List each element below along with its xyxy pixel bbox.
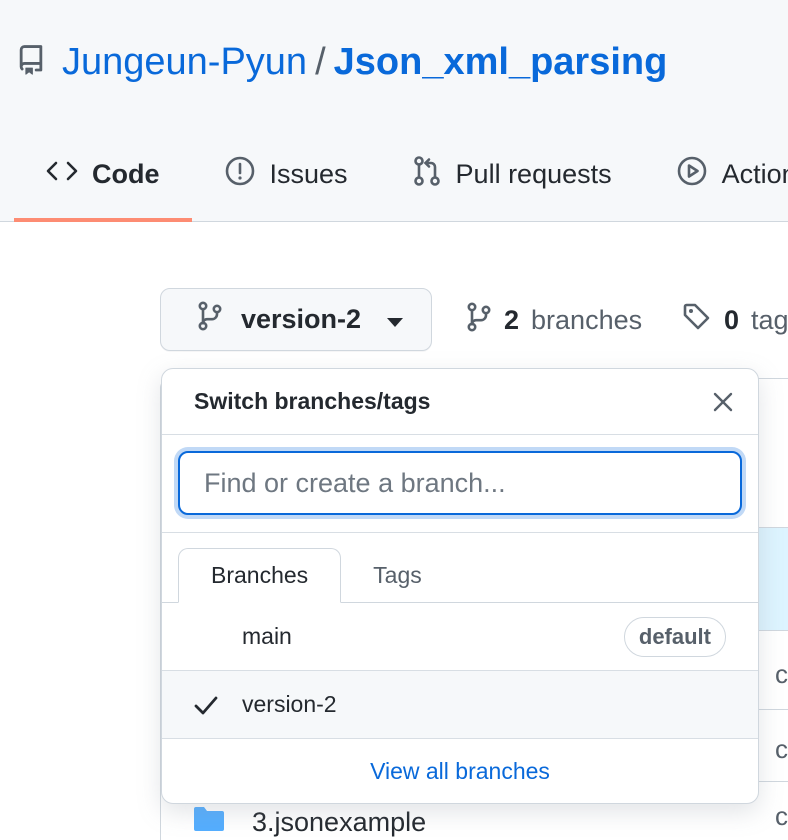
tags-label: tags xyxy=(751,304,788,335)
tab-pull-requests[interactable]: Pull requests xyxy=(380,130,644,218)
tab-code[interactable]: Code xyxy=(14,130,192,222)
repo-owner-link[interactable]: Jungeun-Pyun xyxy=(62,41,307,84)
check-placeholder xyxy=(192,623,220,651)
tab-actions-label: Actions xyxy=(721,158,788,189)
git-pull-request-icon xyxy=(412,155,442,194)
tags-count: 0 xyxy=(724,304,740,335)
tag-icon xyxy=(682,302,712,339)
branch-item-main[interactable]: main default xyxy=(162,603,758,671)
play-icon xyxy=(676,155,708,194)
tab-issues-label: Issues xyxy=(269,158,348,189)
file-row-peek-text: c xyxy=(775,734,788,764)
repo-name-link[interactable]: Json_xml_parsing xyxy=(334,41,668,84)
tab-branches[interactable]: Branches xyxy=(178,548,342,603)
dropdown-header: Switch branches/tags xyxy=(162,369,758,435)
view-all-branches-link[interactable]: View all branches xyxy=(162,739,758,803)
dropdown-title: Switch branches/tags xyxy=(194,388,431,414)
branch-item-label: version-2 xyxy=(242,691,337,717)
repo-tabs: Code Issues Pull requests Actions xyxy=(14,130,788,222)
code-icon xyxy=(46,159,78,190)
triangle-down-icon xyxy=(387,304,404,335)
repo-path-separator: / xyxy=(315,40,326,83)
issue-opened-icon xyxy=(224,155,256,194)
branches-link[interactable]: 2 branches xyxy=(466,296,642,344)
file-row-peek-text: c xyxy=(775,659,788,689)
close-icon[interactable] xyxy=(708,387,738,417)
dropdown-filter xyxy=(162,435,758,533)
tab-tags[interactable]: Tags xyxy=(341,548,454,602)
default-badge: default xyxy=(623,616,726,657)
branches-label: branches xyxy=(531,304,643,335)
dropdown-tabs: Branches Tags xyxy=(162,533,758,603)
repo-title: Jungeun-Pyun / Json_xml_parsing xyxy=(16,38,667,86)
tab-actions[interactable]: Actions xyxy=(644,130,788,218)
branch-select-button[interactable]: version-2 xyxy=(160,288,432,351)
branch-item-version-2[interactable]: version-2 xyxy=(162,671,758,739)
branches-count: 2 xyxy=(504,304,520,335)
folder-icon xyxy=(192,805,226,840)
repo-header: Jungeun-Pyun / Json_xml_parsing Code Iss… xyxy=(0,0,788,222)
check-icon xyxy=(192,691,220,719)
file-row-peek-text: c xyxy=(775,801,788,831)
branch-select-label: version-2 xyxy=(241,304,362,334)
repo-icon xyxy=(16,45,46,79)
tags-link[interactable]: 0 tags xyxy=(682,296,788,344)
branch-filter-input[interactable] xyxy=(178,451,742,515)
branch-dropdown: Switch branches/tags Branches Tags main … xyxy=(161,368,759,804)
tab-pull-requests-label: Pull requests xyxy=(455,158,612,189)
branch-item-label: main xyxy=(242,623,292,649)
file-name[interactable]: 3.jsonexample xyxy=(252,807,426,838)
git-branch-icon xyxy=(197,301,223,338)
tab-code-label: Code xyxy=(92,158,160,189)
file-row[interactable]: 3.jsonexample xyxy=(192,800,426,840)
tab-issues[interactable]: Issues xyxy=(192,130,380,218)
git-branch-icon xyxy=(466,301,492,339)
